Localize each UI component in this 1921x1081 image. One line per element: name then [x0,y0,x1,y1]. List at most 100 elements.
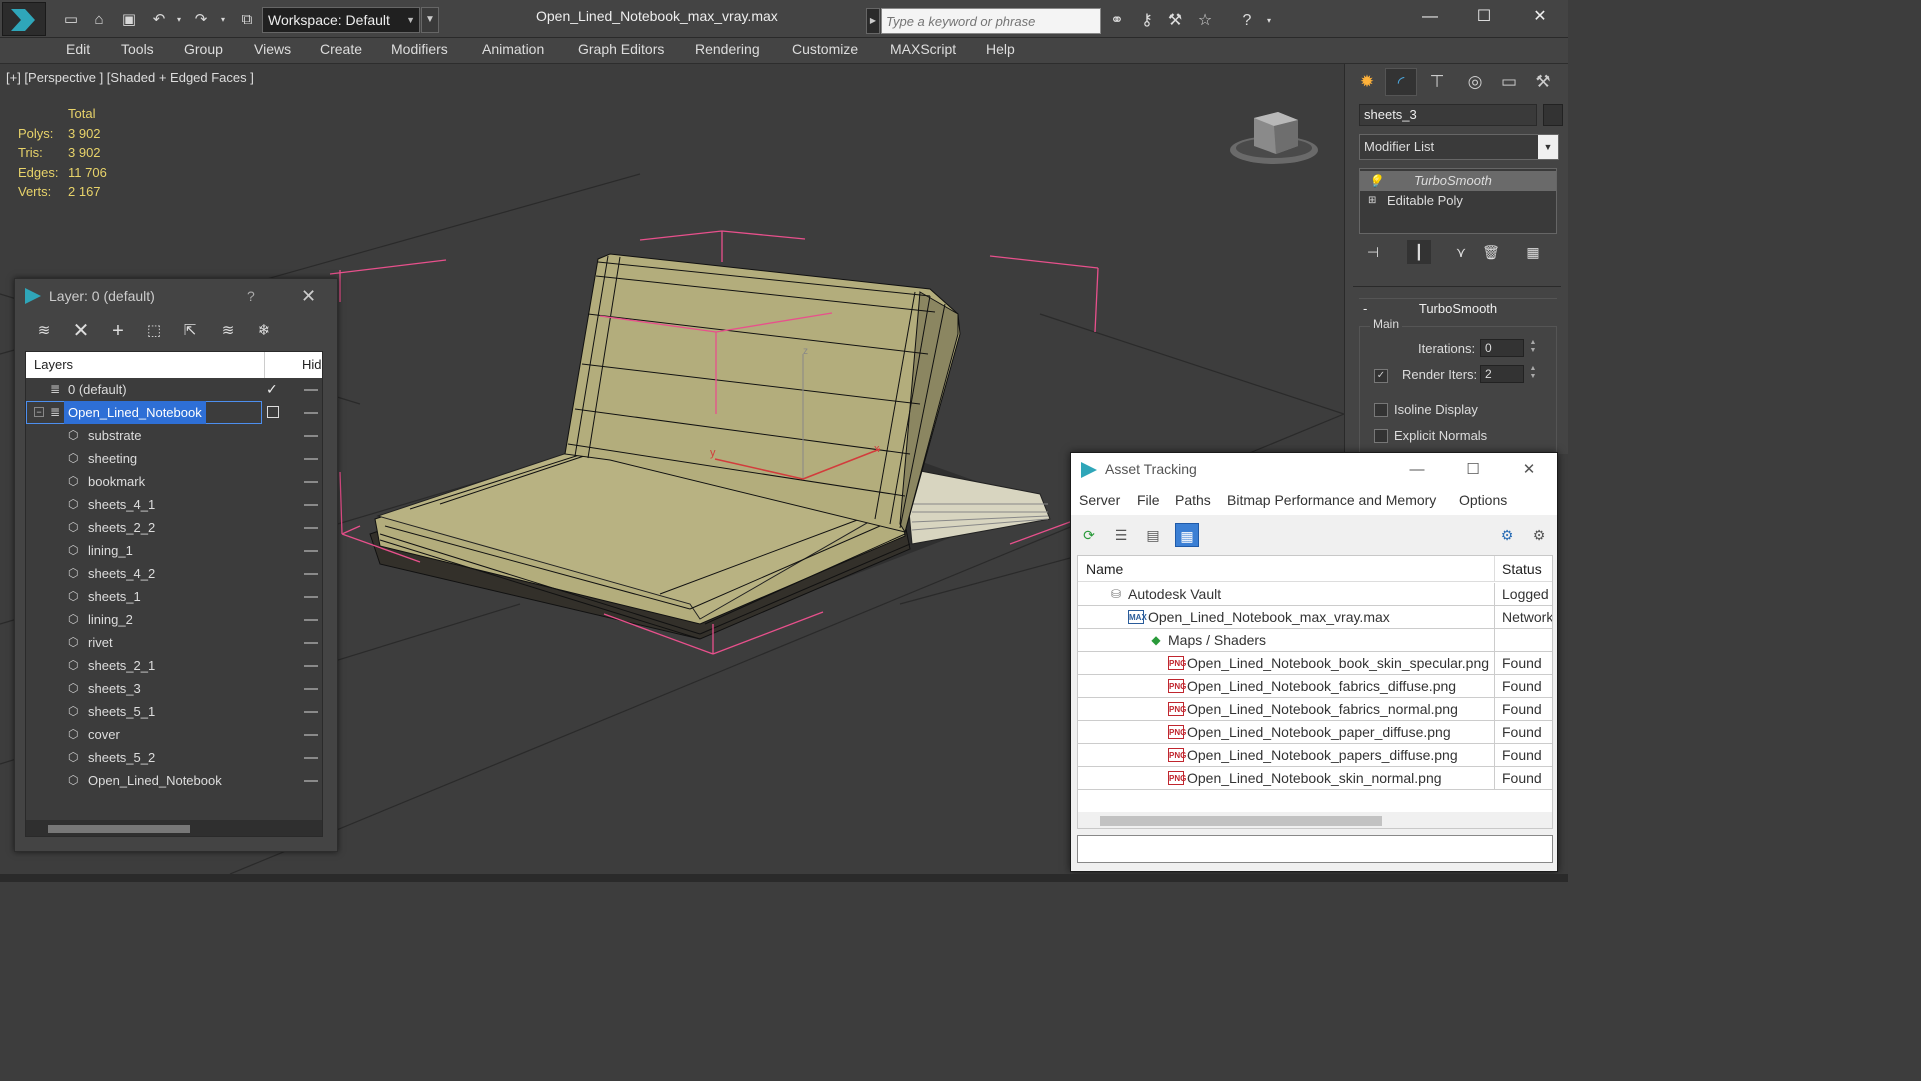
menu-create[interactable]: Create [320,41,362,57]
layer-object-row[interactable]: ⬡ sheets_4_2 [26,562,322,585]
menu-animation[interactable]: Animation [482,41,544,57]
hide-toggle[interactable] [304,619,318,621]
asset-menu-options[interactable]: Options [1459,492,1507,508]
thumbnail-view-icon[interactable]: ▤ [1141,523,1165,547]
redo-dropdown-icon[interactable]: ▾ [212,9,234,31]
minimize-button[interactable]: — [1395,458,1439,482]
horizontal-scrollbar[interactable] [26,820,322,836]
menu-customize[interactable]: Customize [792,41,858,57]
menu-group[interactable]: Group [184,41,223,57]
hide-column-header[interactable]: Hid [302,352,322,378]
layer-object-row[interactable]: ⬡ bookmark [26,470,322,493]
viewcube[interactable] [1226,104,1326,174]
configure-sets-icon[interactable]: ▦ [1521,240,1545,264]
asset-row-png[interactable]: PNG Open_Lined_Notebook_book_skin_specul… [1078,652,1552,675]
menu-graph-editors[interactable]: Graph Editors [578,41,664,57]
asset-path-field[interactable] [1077,835,1553,863]
search-expand-button[interactable]: ▶ [866,8,880,34]
expand-plus-icon[interactable]: ⊞ [1368,191,1376,211]
explicit-normals-checkbox[interactable] [1374,429,1388,443]
hide-toggle[interactable] [304,389,318,391]
scrollbar-thumb[interactable] [1100,816,1382,826]
highlight-layer-icon[interactable]: ⇱ [177,319,203,343]
new-file-icon[interactable]: ▭ [60,9,82,31]
layer-object-row[interactable]: ⬡ sheets_3 [26,677,322,700]
layer-object-row[interactable]: ⬡ lining_2 [26,608,322,631]
asset-row-maps-shaders[interactable]: ◆ Maps / Shaders [1078,629,1552,652]
layer-object-row[interactable]: ⬡ cover [26,723,322,746]
hide-toggle[interactable] [304,527,318,529]
modifier-list-dropdown[interactable]: Modifier List ▼ [1359,134,1559,160]
layer-object-row[interactable]: ⬡ sheets_5_2 [26,746,322,769]
hide-toggle[interactable] [304,412,318,414]
close-button[interactable]: ✕ [1520,4,1560,30]
open-folder-icon[interactable]: ⌂ [88,9,110,31]
save-icon[interactable]: ▣ [118,9,140,31]
render-iters-spinner[interactable]: 2 [1480,365,1524,383]
vault-options-icon[interactable]: ⚙ [1527,523,1551,547]
hide-toggle[interactable] [304,596,318,598]
menu-views[interactable]: Views [254,41,291,57]
delete-layer-icon[interactable]: ✕ [68,319,94,343]
isoline-display-checkbox[interactable] [1374,403,1388,417]
stack-item-turbosmooth[interactable]: 💡 TurboSmooth [1360,171,1556,191]
hide-toggle[interactable] [304,504,318,506]
hide-toggle[interactable] [304,711,318,713]
iterations-spinner[interactable]: 0 [1480,339,1524,357]
layer-row-default[interactable]: ≣ 0 (default) ✓ [26,378,322,401]
undo-dropdown-icon[interactable]: ▾ [168,9,190,31]
asset-row-png[interactable]: PNG Open_Lined_Notebook_fabrics_normal.p… [1078,698,1552,721]
favorites-star-icon[interactable]: ☆ [1194,10,1216,32]
remove-modifier-icon[interactable]: 🗑 [1479,240,1503,264]
utilities-tab-icon[interactable]: ⚒ [1527,68,1559,96]
add-layer-icon[interactable]: + [105,319,131,343]
undo-icon[interactable]: ↶ [148,9,170,31]
layer-object-row[interactable]: ⬡ lining_1 [26,539,322,562]
hide-toggle[interactable] [304,688,318,690]
hide-toggle[interactable] [304,642,318,644]
spinner-arrows-icon[interactable]: ▲ ▼ [1528,365,1538,383]
vault-connect-icon[interactable]: ⚙ [1495,523,1519,547]
layer-stack-icon[interactable]: ≋ [31,319,57,343]
close-icon[interactable]: ✕ [301,279,316,313]
spinner-arrows-icon[interactable]: ▲ ▼ [1528,339,1538,357]
render-iters-checkbox[interactable]: ✓ [1374,369,1388,383]
menu-edit[interactable]: Edit [66,41,90,57]
show-end-result-icon[interactable]: ┃ [1407,240,1431,264]
hide-toggle[interactable] [304,734,318,736]
help-dropdown-icon[interactable]: ▾ [1258,10,1280,32]
object-color-swatch[interactable] [1543,104,1563,126]
layer-object-row[interactable]: ⬡ sheeting [26,447,322,470]
autodesk-account-icon[interactable]: ⚒ [1164,10,1186,32]
hide-toggle[interactable] [304,780,318,782]
freeze-all-layers-icon[interactable]: ❄ [251,319,277,343]
maximize-button[interactable]: ☐ [1464,4,1504,30]
name-column-header[interactable]: Name [1086,561,1123,577]
scrollbar-thumb[interactable] [48,825,190,833]
turbosmooth-rollout-header[interactable]: - TurboSmooth [1359,298,1557,318]
key-icon[interactable]: ⚷ [1136,10,1158,32]
layer-object-row[interactable]: ⬡ Open_Lined_Notebook [26,769,322,792]
status-column-header[interactable]: Status [1502,561,1542,577]
menu-help[interactable]: Help [986,41,1015,57]
hide-toggle[interactable] [304,435,318,437]
layer-object-row[interactable]: ⬡ sheets_4_1 [26,493,322,516]
hide-toggle[interactable] [304,481,318,483]
help-icon[interactable]: ? [1236,10,1258,32]
workspace-menu-button[interactable]: ▼ [421,7,439,33]
asset-dialog-titlebar[interactable]: Asset Tracking — ☐ ✕ [1071,453,1557,487]
layer-row-open-lined-notebook[interactable]: − ≣ Open_Lined_Notebook [26,401,322,424]
project-folder-icon[interactable]: ⧉ [236,9,258,31]
minimize-button[interactable]: — [1410,4,1450,30]
menu-rendering[interactable]: Rendering [695,41,760,57]
horizontal-scrollbar[interactable] [1078,812,1552,828]
app-logo-button[interactable] [2,2,46,36]
create-tab-icon[interactable]: ✹ [1351,68,1383,96]
workspace-select[interactable]: Workspace: Default ▼ [262,7,420,33]
table-view-icon[interactable]: ▦ [1175,523,1199,547]
motion-tab-icon[interactable]: ◎ [1459,68,1491,96]
make-unique-icon[interactable]: ⋎ [1449,240,1473,264]
asset-row-png[interactable]: PNG Open_Lined_Notebook_fabrics_diffuse.… [1078,675,1552,698]
list-view-icon[interactable]: ☰ [1109,523,1133,547]
hierarchy-tab-icon[interactable]: ⊤ [1421,68,1453,96]
